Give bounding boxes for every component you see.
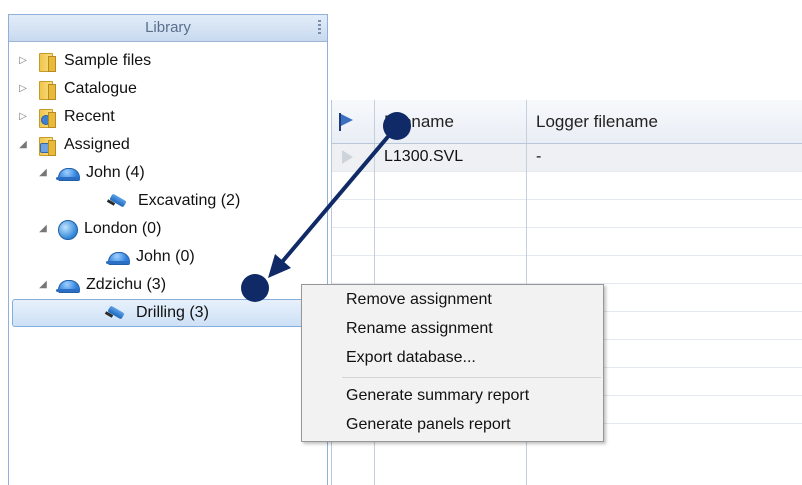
library-title: Library (145, 19, 191, 36)
tree-item-zdzichu[interactable]: ◢ Zdzichu (3) (37, 271, 166, 299)
expand-arrow-icon[interactable]: ▷ (17, 75, 29, 103)
tree-item-label: Assigned (64, 136, 130, 153)
folder-icon (37, 79, 57, 100)
menu-item-export-database[interactable]: Export database... (346, 349, 476, 367)
library-panel: Library ▷ Sample files ▷ Catalogue ▷ Rec… (8, 14, 328, 485)
collapse-arrow-icon[interactable]: ◢ (37, 159, 49, 187)
grid-header: Filename Logger filename (332, 100, 802, 144)
grip-icon[interactable] (318, 20, 321, 35)
tree-item-label: Drilling (3) (136, 304, 209, 321)
tree-item-drilling[interactable]: Drilling (3) (12, 299, 324, 327)
folder-icon (37, 51, 57, 72)
expand-arrow-icon[interactable]: ▷ (17, 103, 29, 131)
tree-item-catalogue[interactable]: ▷ Catalogue (17, 75, 137, 103)
helmet-icon (56, 163, 80, 183)
tree-item-label: London (0) (84, 220, 162, 237)
row-flag-icon (342, 150, 353, 164)
tree-item-label: Excavating (2) (138, 192, 241, 209)
tree-item-john-4[interactable]: ◢ John (4) (37, 159, 145, 187)
menu-item-remove-assignment[interactable]: Remove assignment (346, 291, 492, 309)
tree-item-label: Zdzichu (3) (86, 276, 167, 293)
menu-item-generate-panels-report[interactable]: Generate panels report (346, 416, 511, 434)
globe-icon (57, 219, 78, 240)
tree-item-excavating[interactable]: Excavating (2) (107, 187, 240, 215)
expand-arrow-icon[interactable]: ▷ (17, 47, 29, 75)
tree-item-label: Catalogue (64, 80, 137, 97)
tree-item-sample-files[interactable]: ▷ Sample files (17, 47, 151, 75)
tree-item-london[interactable]: ◢ London (0) (37, 215, 161, 243)
tree-item-label: John (4) (86, 164, 145, 181)
cell-logger-filename: - (536, 148, 542, 165)
helmet-icon (56, 275, 80, 295)
menu-separator (342, 377, 601, 378)
column-header-filename[interactable]: Filename (384, 112, 454, 132)
menu-item-generate-summary-report[interactable]: Generate summary report (346, 387, 529, 405)
assigned-folder-icon (37, 135, 57, 156)
tree-item-recent[interactable]: ▷ Recent (17, 103, 115, 131)
tree-item-label: Sample files (64, 52, 152, 69)
helmet-icon (106, 247, 130, 267)
tree-item-label: John (0) (136, 248, 195, 265)
recent-folder-icon (37, 107, 57, 128)
table-row[interactable]: L1300.SVL - (332, 144, 802, 172)
tree-item-john-0[interactable]: John (0) (106, 243, 195, 271)
tree-item-label: Recent (64, 108, 115, 125)
drill-icon (105, 303, 129, 323)
context-menu: Remove assignment Rename assignment Expo… (301, 284, 604, 442)
column-header-logger-filename[interactable]: Logger filename (536, 112, 658, 132)
collapse-arrow-icon[interactable]: ◢ (37, 271, 49, 299)
flag-icon[interactable] (338, 113, 354, 131)
collapse-arrow-icon[interactable]: ◢ (37, 215, 49, 243)
drill-icon (107, 191, 131, 211)
menu-item-rename-assignment[interactable]: Rename assignment (346, 320, 493, 338)
library-header: Library (9, 15, 327, 42)
cell-filename: L1300.SVL (384, 148, 464, 165)
tree-item-assigned[interactable]: ◢ Assigned (17, 131, 130, 159)
collapse-arrow-icon[interactable]: ◢ (17, 131, 29, 159)
